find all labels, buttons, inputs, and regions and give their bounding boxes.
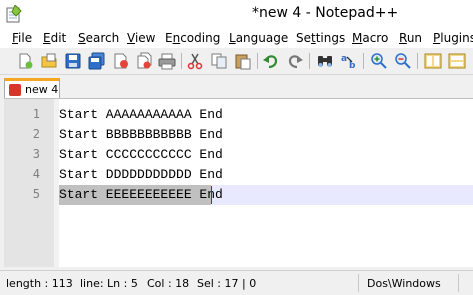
line-number-gutter: 1 2 3 4 5 [4,99,54,267]
menu-plugins[interactable]: Plugins [433,31,473,45]
new-file-icon[interactable] [16,52,34,70]
title-bar: *new 4 - Notepad++ [0,0,473,28]
code-line-text: Start DDDDDDDDDDD End [59,167,223,182]
code-line-text: Start BBBBBBBBBBB End [59,127,223,142]
sync-horizontal-icon[interactable] [448,52,466,70]
line-number: 3 [32,147,40,161]
line-number: 4 [32,167,40,181]
toolbar-separator [363,53,364,69]
cut-icon[interactable] [186,52,204,70]
redo-icon[interactable] [286,52,304,70]
code-line-text: Start AAAAAAAAAAA End [59,107,223,122]
editor-area[interactable]: 1 2 3 4 5 Start AAAAAAAAAAA End Start BB… [4,98,473,267]
replace-icon[interactable]: a b [340,52,358,70]
close-icon[interactable] [112,52,130,70]
line-number: 1 [32,107,40,121]
zoom-out-icon[interactable] [394,52,412,70]
menu-bar: File Edit Search View Encoding Language … [0,28,473,48]
status-col: Col : 18 [147,277,190,290]
status-eol: Dos\Windows [367,277,441,290]
code-line-text: Start CCCCCCCCCCC End [59,147,223,162]
close-all-icon[interactable] [136,52,154,70]
menu-search[interactable]: Search [78,31,119,45]
code-line[interactable]: Start AAAAAAAAAAA End [59,105,473,125]
toolbar-separator [417,53,418,69]
svg-text:b: b [349,61,356,70]
print-icon[interactable] [158,52,176,70]
toolbar-separator [309,53,310,69]
undo-icon[interactable] [262,52,280,70]
code-line[interactable]: Start DDDDDDDDDDD End [59,165,473,185]
status-line: line: Ln : 5 [80,277,138,290]
tab-label: new 4 [25,83,59,96]
open-file-icon[interactable] [40,52,58,70]
save-all-icon[interactable] [88,52,106,70]
status-bar: length : 113 line: Ln : 5 Col : 18 Sel :… [0,270,473,295]
svg-text:a: a [341,54,347,64]
window-title: *new 4 - Notepad++ [252,5,399,21]
status-divider [458,274,459,292]
find-icon[interactable] [316,52,334,70]
status-sel: Sel : 17 | 0 [197,277,257,290]
menu-settings[interactable]: Settings [296,31,345,45]
menu-encoding[interactable]: Encoding [165,31,220,45]
copy-icon[interactable] [210,52,228,70]
notepadpp-app-icon [6,5,22,23]
toolbar: a b [0,48,473,75]
status-length: length : 113 [6,277,73,290]
toolbar-separator [181,53,182,69]
zoom-in-icon[interactable] [370,52,388,70]
code-line-text: Start EEEEEEEEEEE End [59,187,223,202]
text-caret [211,186,212,204]
menu-macro[interactable]: Macro [352,31,388,45]
save-icon[interactable] [64,52,82,70]
current-code-line[interactable]: Start EEEEEEEEEEE End [59,185,473,205]
menu-language[interactable]: Language [229,31,288,45]
sync-vertical-icon[interactable] [424,52,442,70]
menu-file[interactable]: File [12,31,32,45]
code-line[interactable]: Start CCCCCCCCCCC End [59,145,473,165]
tab-new-4[interactable]: new 4 [4,78,60,98]
status-divider [358,274,359,292]
code-line[interactable]: Start BBBBBBBBBBB End [59,125,473,145]
unsaved-file-icon [9,84,21,96]
line-number: 2 [32,127,40,141]
paste-icon[interactable] [234,52,252,70]
menu-run[interactable]: Run [399,31,422,45]
menu-edit[interactable]: Edit [43,31,66,45]
tab-bar: new 4 [0,75,473,98]
menu-view[interactable]: View [127,31,155,45]
line-number: 5 [32,187,40,201]
toolbar-separator [257,53,258,69]
